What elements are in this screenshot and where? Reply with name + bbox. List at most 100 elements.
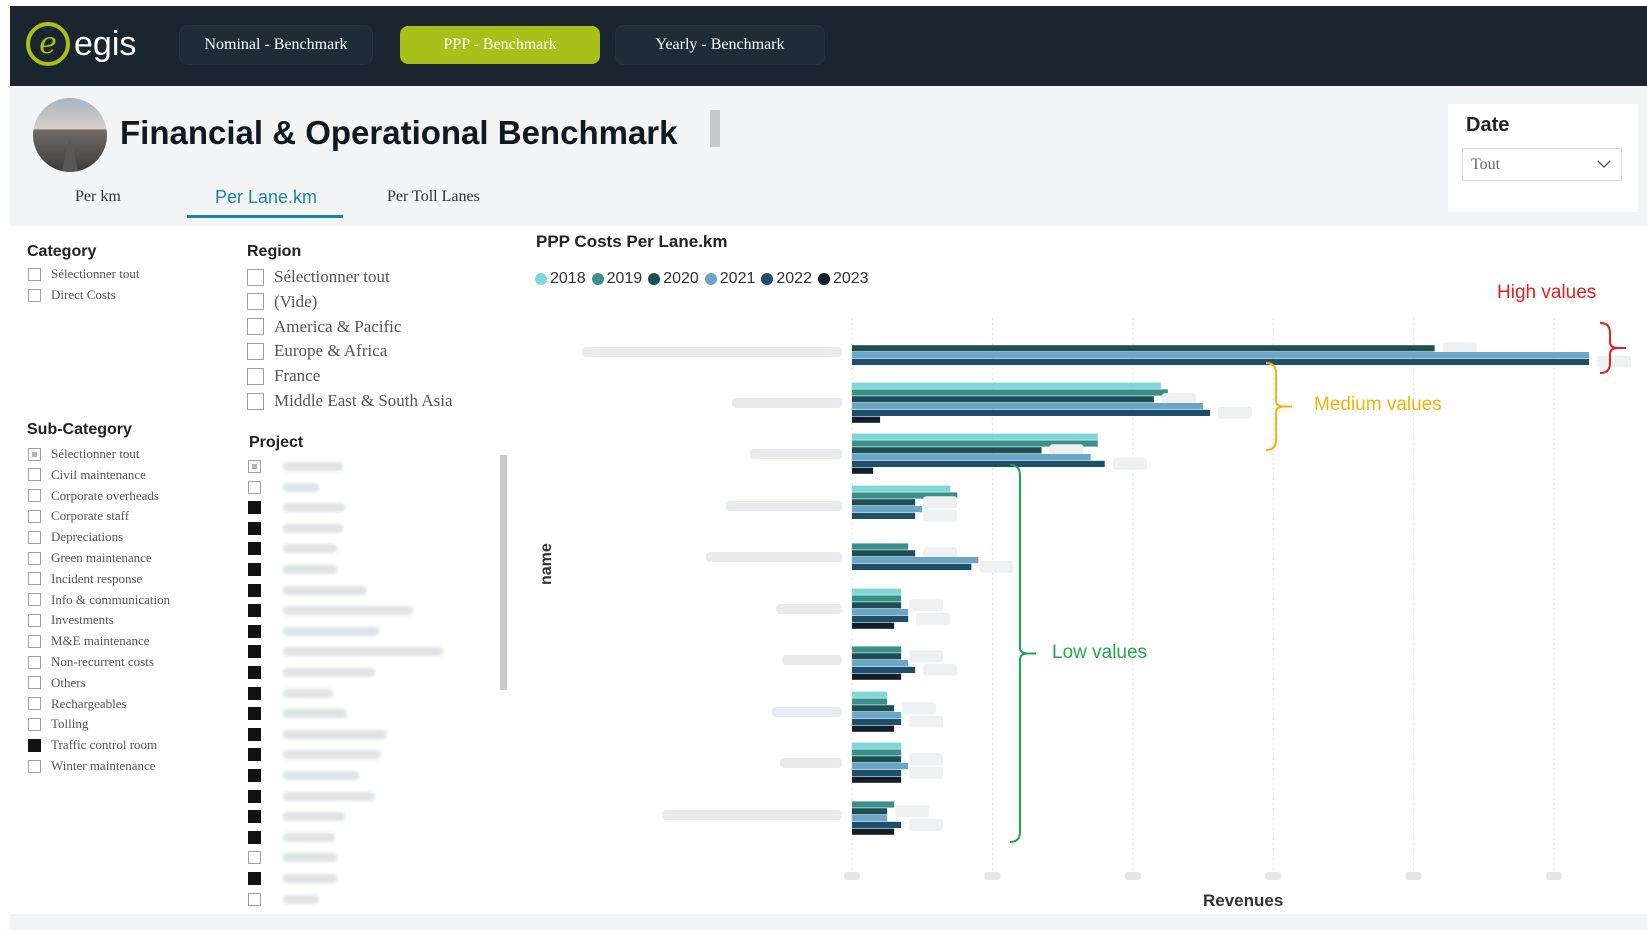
project-checkbox[interactable] (248, 872, 261, 885)
project-option[interactable] (248, 624, 379, 638)
region-option[interactable]: Sélectionner tout (247, 267, 390, 287)
project-checkbox[interactable] (248, 542, 261, 556)
region-option[interactable]: America & Pacific (247, 317, 401, 337)
subcategory-option[interactable]: M&E maintenance (28, 633, 150, 649)
project-checkbox[interactable] (248, 789, 261, 803)
tab-per-km[interactable]: Per km (75, 188, 121, 206)
project-checkbox[interactable] (248, 521, 261, 535)
project-option[interactable] (248, 769, 359, 782)
subcategory-checkbox[interactable] (28, 572, 41, 586)
project-checkbox[interactable] (248, 645, 261, 659)
project-option[interactable] (248, 480, 319, 494)
project-checkbox[interactable] (248, 686, 261, 700)
project-option[interactable] (248, 604, 413, 618)
region-option[interactable]: (Vide) (247, 292, 317, 312)
project-option[interactable] (248, 707, 347, 721)
subcategory-checkbox[interactable] (28, 593, 41, 607)
date-dropdown[interactable]: Tout (1462, 148, 1622, 181)
project-option[interactable] (248, 563, 337, 576)
region-checkbox[interactable] (247, 392, 264, 410)
project-option[interactable] (248, 521, 343, 535)
legend-item[interactable]: 2023 (817, 270, 869, 288)
subcategory-option[interactable]: Depreciations (28, 529, 123, 545)
project-option[interactable] (248, 851, 337, 865)
project-option[interactable] (248, 789, 375, 803)
project-option[interactable] (248, 727, 387, 741)
legend-item[interactable]: 2019 (591, 270, 642, 288)
project-option[interactable] (248, 501, 345, 515)
subcategory-option[interactable]: Info & communication (28, 592, 170, 608)
subcategory-option[interactable]: Civil maintenance (28, 467, 146, 483)
project-checkbox[interactable] (248, 563, 261, 576)
subcategory-option[interactable]: Traffic control room (28, 737, 157, 753)
region-checkbox[interactable] (247, 268, 264, 286)
tab-per-lane-km[interactable]: Per Lane.km (215, 187, 317, 208)
subcategory-checkbox[interactable] (28, 738, 41, 752)
category-option[interactable]: Sélectionner tout (28, 266, 139, 282)
project-checkbox[interactable] (248, 810, 261, 824)
subcategory-checkbox[interactable] (28, 551, 41, 565)
nav-yearly-benchmark[interactable]: Yearly - Benchmark (616, 26, 824, 64)
region-checkbox[interactable] (247, 367, 264, 385)
project-option[interactable] (248, 542, 337, 556)
subcategory-option[interactable]: Rechargeables (28, 696, 127, 712)
subcategory-checkbox[interactable] (28, 468, 41, 482)
project-option[interactable] (248, 810, 345, 824)
category-option[interactable]: Direct Costs (28, 287, 116, 303)
project-checkbox[interactable] (248, 727, 261, 741)
project-checkbox[interactable] (248, 604, 261, 618)
nav-ppp-benchmark[interactable]: PPP - Benchmark (400, 26, 600, 64)
project-option[interactable] (248, 666, 375, 679)
project-option[interactable] (248, 583, 367, 597)
project-option[interactable] (248, 645, 443, 659)
tab-per-toll-lanes[interactable]: Per Toll Lanes (387, 188, 480, 206)
subcategory-option[interactable]: Sélectionner tout (28, 446, 139, 462)
project-checkbox[interactable] (248, 624, 261, 638)
subcategory-option[interactable]: Others (28, 675, 86, 691)
region-option[interactable]: Middle East & South Asia (247, 391, 453, 411)
project-option[interactable] (248, 686, 333, 700)
subcategory-option[interactable]: Investments (28, 612, 114, 628)
subcategory-checkbox[interactable] (28, 447, 41, 461)
subcategory-option[interactable]: Corporate overheads (28, 488, 159, 504)
subcategory-checkbox[interactable] (28, 634, 41, 648)
subcategory-checkbox[interactable] (28, 489, 41, 503)
subcategory-option[interactable]: Winter maintenance (28, 758, 156, 774)
project-option[interactable] (248, 830, 335, 844)
project-option[interactable] (248, 872, 337, 885)
subcategory-option[interactable]: Corporate staff (28, 508, 129, 524)
region-checkbox[interactable] (247, 342, 264, 360)
subcategory-checkbox[interactable] (28, 697, 41, 711)
legend-item[interactable]: 2020 (648, 270, 699, 288)
subcategory-option[interactable]: Non-recurrent costs (28, 654, 154, 670)
project-option[interactable] (248, 460, 343, 473)
nav-nominal-benchmark[interactable]: Nominal - Benchmark (180, 26, 372, 64)
project-scrollbar[interactable] (500, 455, 507, 690)
legend-item[interactable]: 2022 (761, 270, 812, 288)
subcategory-option[interactable]: Green maintenance (28, 550, 152, 566)
legend-item[interactable]: 2021 (704, 270, 755, 288)
project-checkbox[interactable] (248, 851, 261, 865)
region-checkbox[interactable] (247, 318, 264, 336)
project-checkbox[interactable] (248, 769, 261, 782)
subcategory-checkbox[interactable] (28, 509, 41, 523)
region-checkbox[interactable] (247, 293, 264, 311)
subcategory-checkbox[interactable] (28, 759, 41, 773)
subcategory-checkbox[interactable] (28, 655, 41, 669)
project-checkbox[interactable] (248, 748, 261, 762)
subcategory-checkbox[interactable] (28, 717, 41, 731)
subcategory-checkbox[interactable] (28, 530, 41, 544)
subcategory-checkbox[interactable] (28, 613, 41, 627)
project-checkbox[interactable] (248, 892, 261, 906)
project-checkbox[interactable] (248, 460, 261, 473)
project-checkbox[interactable] (248, 480, 261, 494)
subcategory-option[interactable]: Tolling (28, 716, 88, 732)
category-checkbox[interactable] (28, 288, 41, 302)
project-checkbox[interactable] (248, 501, 261, 515)
project-option[interactable] (248, 892, 319, 906)
subcategory-option[interactable]: Incident response (28, 571, 142, 587)
project-checkbox[interactable] (248, 707, 261, 721)
category-checkbox[interactable] (28, 267, 41, 281)
project-option[interactable] (248, 748, 381, 762)
subcategory-checkbox[interactable] (28, 676, 41, 690)
